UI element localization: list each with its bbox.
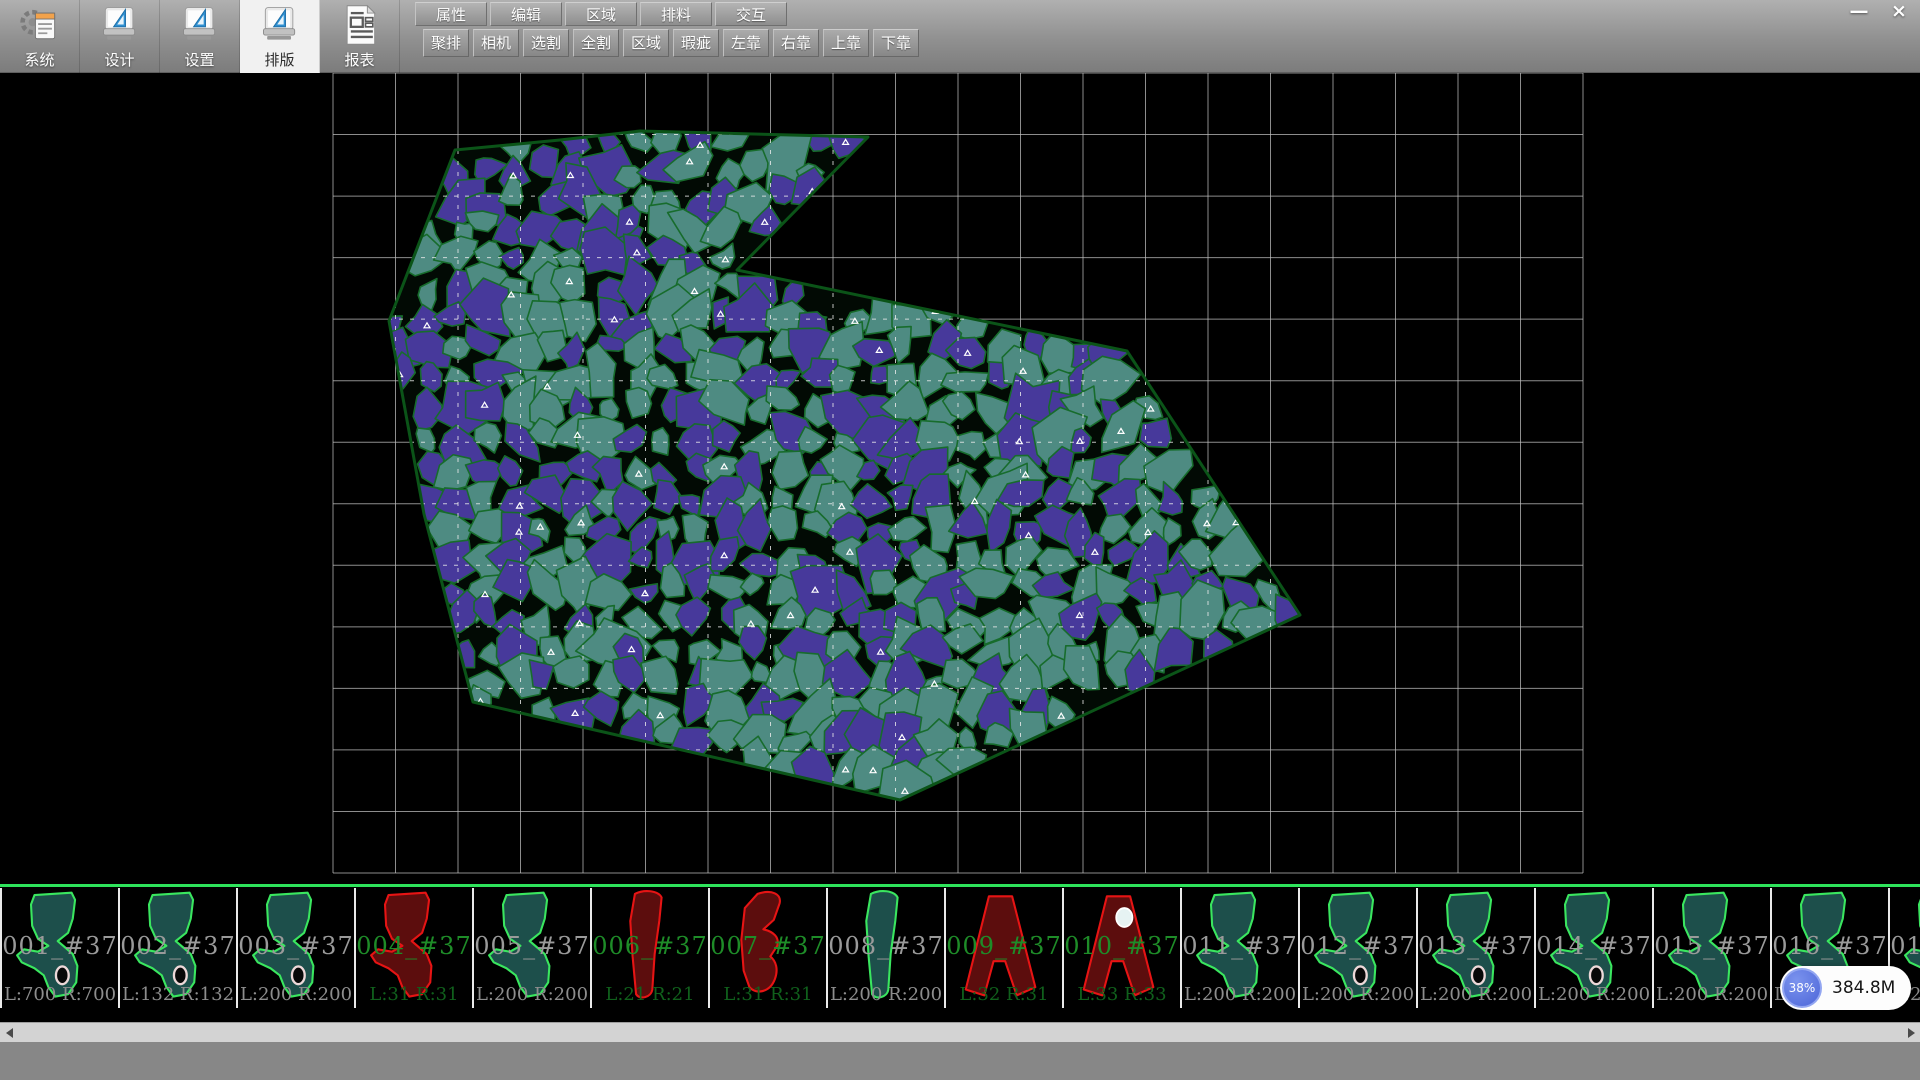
piece-thumbnail-010_#37[interactable]: 010_#37 L:33 R:33 <box>1062 888 1180 1008</box>
piece-id-label: 004_#37 <box>356 932 472 960</box>
piece-thumbnail-003_#37[interactable]: 003_#37 L:200 R:200 <box>236 888 354 1008</box>
tool-button-8[interactable]: 右靠 <box>773 29 819 57</box>
tool-button-5[interactable]: 区域 <box>623 29 669 57</box>
menu-tab-5[interactable]: 交互 <box>715 2 787 26</box>
menu-tab-2[interactable]: 编辑 <box>490 2 562 26</box>
piece-count-label: L:200 R:200 <box>1300 984 1416 1005</box>
piece-thumbnail-008_#37[interactable]: 008_#37 L:200 R:200 <box>826 888 944 1008</box>
piece-count-label: L:700 R:700 <box>2 984 118 1005</box>
report-icon <box>338 3 382 47</box>
piece-thumbnail-009_#37[interactable]: 009_#37 L:32 R:31 <box>944 888 1062 1008</box>
chevron-right-icon <box>1908 1028 1915 1038</box>
piece-id-label: 009_#37 <box>946 932 1062 960</box>
scroll-right-button[interactable] <box>1902 1023 1920 1043</box>
piece-id-label: 017_#37 <box>1890 932 1920 960</box>
nav-item-report[interactable]: 报表 <box>320 0 400 73</box>
tool-button-1[interactable]: 聚排 <box>423 29 469 57</box>
horizontal-scrollbar[interactable] <box>0 1022 1920 1042</box>
bottom-bar <box>0 1042 1920 1080</box>
piece-count-label: L:200 R:200 <box>474 984 590 1005</box>
tool-button-9[interactable]: 上靠 <box>823 29 869 57</box>
piece-count-label: L:33 R:33 <box>1064 984 1180 1005</box>
piece-thumbnail-007_#37[interactable]: 007_#37 L:31 R:31 <box>708 888 826 1008</box>
tool-button-3[interactable]: 选割 <box>523 29 569 57</box>
memory-value: 384.8M <box>1832 978 1895 998</box>
piece-count-label: L:200 R:200 <box>1654 984 1770 1005</box>
nesting-icon <box>258 3 302 47</box>
close-button[interactable]: × <box>1880 0 1918 22</box>
piece-count-label: L:32 R:31 <box>946 984 1062 1005</box>
nav-item-settings[interactable]: 设置 <box>160 0 240 73</box>
settings-icon <box>178 3 222 47</box>
piece-id-label: 006_#37 <box>592 932 708 960</box>
piece-id-label: 012_#37 <box>1300 932 1416 960</box>
tool-button-4[interactable]: 全割 <box>573 29 619 57</box>
piece-thumbnail-001_#37[interactable]: 001_#37 L:700 R:700 <box>0 888 118 1008</box>
piece-thumbnail-014_#37[interactable]: 014_#37 L:200 R:200 <box>1534 888 1652 1008</box>
piece-count-label: L:200 R:200 <box>1182 984 1298 1005</box>
tool-button-7[interactable]: 左靠 <box>723 29 769 57</box>
nav-item-label: 排版 <box>264 49 294 70</box>
piece-thumbnail-011_#37[interactable]: 011_#37 L:200 R:200 <box>1180 888 1298 1008</box>
chevron-left-icon <box>6 1028 13 1038</box>
piece-thumbnail-012_#37[interactable]: 012_#37 L:200 R:200 <box>1298 888 1416 1008</box>
piece-thumbnail-013_#37[interactable]: 013_#37 L:200 R:200 <box>1416 888 1534 1008</box>
piece-id-label: 007_#37 <box>710 932 826 960</box>
nesting-canvas[interactable] <box>0 73 1920 884</box>
piece-id-label: 001_#37 <box>2 932 118 960</box>
piece-id-label: 008_#37 <box>828 932 944 960</box>
piece-id-label: 003_#37 <box>238 932 354 960</box>
piece-thumbnail-015_#37[interactable]: 015_#37 L:200 R:200 <box>1652 888 1770 1008</box>
piece-id-label: 015_#37 <box>1654 932 1770 960</box>
piece-id-label: 011_#37 <box>1182 932 1298 960</box>
piece-thumbnail-004_#37[interactable]: 004_#37 L:31 R:31 <box>354 888 472 1008</box>
nav-item-system[interactable]: 系统 <box>0 0 80 73</box>
piece-id-label: 013_#37 <box>1418 932 1534 960</box>
piece-count-label: L:200 R:200 <box>828 984 944 1005</box>
design-icon <box>98 3 142 47</box>
tool-button-2[interactable]: 相机 <box>473 29 519 57</box>
piece-id-label: 010_#37 <box>1064 932 1180 960</box>
nesting-canvas-drawing[interactable] <box>0 73 1920 884</box>
nav-item-design[interactable]: 设计 <box>80 0 160 73</box>
nav-item-label: 报表 <box>344 49 374 70</box>
piece-thumbnail-002_#37[interactable]: 002_#37 L:132 R:132 <box>118 888 236 1008</box>
tool-button-6[interactable]: 瑕疵 <box>673 29 719 57</box>
piece-id-label: 002_#37 <box>120 932 236 960</box>
percent-indicator: 38% <box>1782 968 1822 1008</box>
minimize-button[interactable]: — <box>1840 0 1878 22</box>
scroll-left-button[interactable] <box>0 1023 18 1043</box>
piece-id-label: 005_#37 <box>474 932 590 960</box>
menu-tab-1[interactable]: 属性 <box>415 2 487 26</box>
memory-badge[interactable]: 38% 384.8M <box>1780 966 1911 1010</box>
piece-thumbnail-006_#37[interactable]: 006_#37 L:21 R:21 <box>590 888 708 1008</box>
piece-count-label: L:31 R:31 <box>710 984 826 1005</box>
menu-tab-4[interactable]: 排料 <box>640 2 712 26</box>
nav-item-nesting[interactable]: 排版 <box>240 0 320 73</box>
piece-count-label: L:200 R:200 <box>1418 984 1534 1005</box>
system-icon <box>18 3 62 47</box>
tool-button-10[interactable]: 下靠 <box>873 29 919 57</box>
menu-tab-3[interactable]: 区域 <box>565 2 637 26</box>
piece-count-label: L:200 R:200 <box>1536 984 1652 1005</box>
piece-thumbnail-005_#37[interactable]: 005_#37 L:200 R:200 <box>472 888 590 1008</box>
piece-id-label: 016_#37 <box>1772 932 1888 960</box>
nav-item-label: 系统 <box>24 49 54 70</box>
piece-id-label: 014_#37 <box>1536 932 1652 960</box>
piece-count-label: L:31 R:31 <box>356 984 472 1005</box>
piece-count-label: L:132 R:132 <box>120 984 236 1005</box>
nav-item-label: 设计 <box>104 49 134 70</box>
piece-count-label: L:200 R:200 <box>238 984 354 1005</box>
piece-count-label: L:21 R:21 <box>592 984 708 1005</box>
toolbar: 系统设计设置排版报表 属性编辑区域排料交互 聚排相机选割全割区域瑕疵左靠右靠上靠… <box>0 0 1920 73</box>
nav-item-label: 设置 <box>184 49 214 70</box>
piece-thumbnail-strip: 001_#37L:700 R:700002_#37L:132 R:132003_… <box>0 884 1920 1022</box>
